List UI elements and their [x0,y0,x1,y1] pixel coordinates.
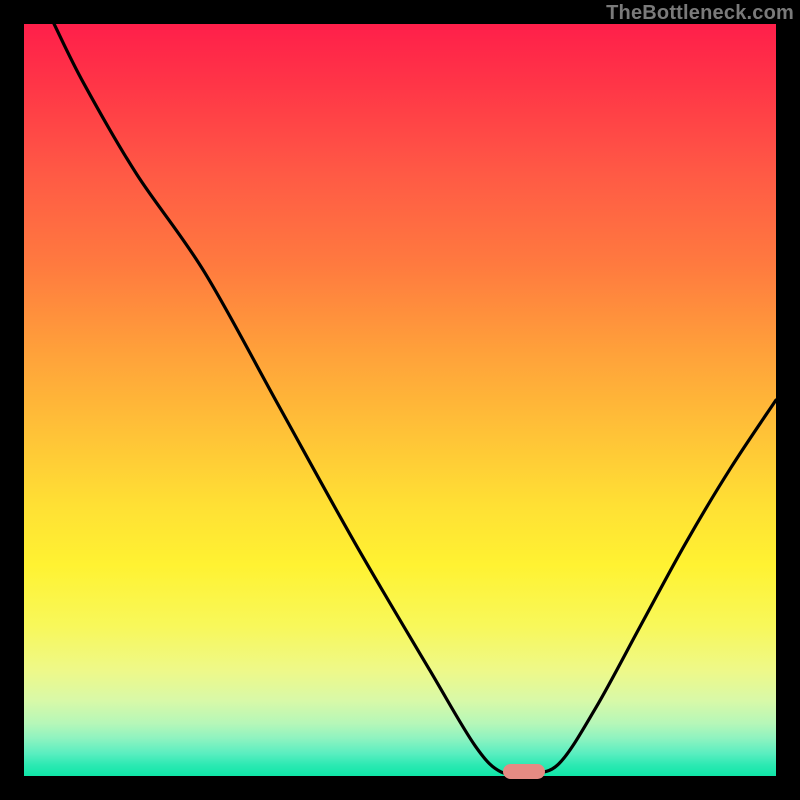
curve-path [54,24,776,774]
bottleneck-curve [24,24,776,776]
optimal-marker [503,764,544,779]
chart-frame: TheBottleneck.com [0,0,800,800]
watermark-text: TheBottleneck.com [606,2,794,25]
plot-area [24,24,776,776]
